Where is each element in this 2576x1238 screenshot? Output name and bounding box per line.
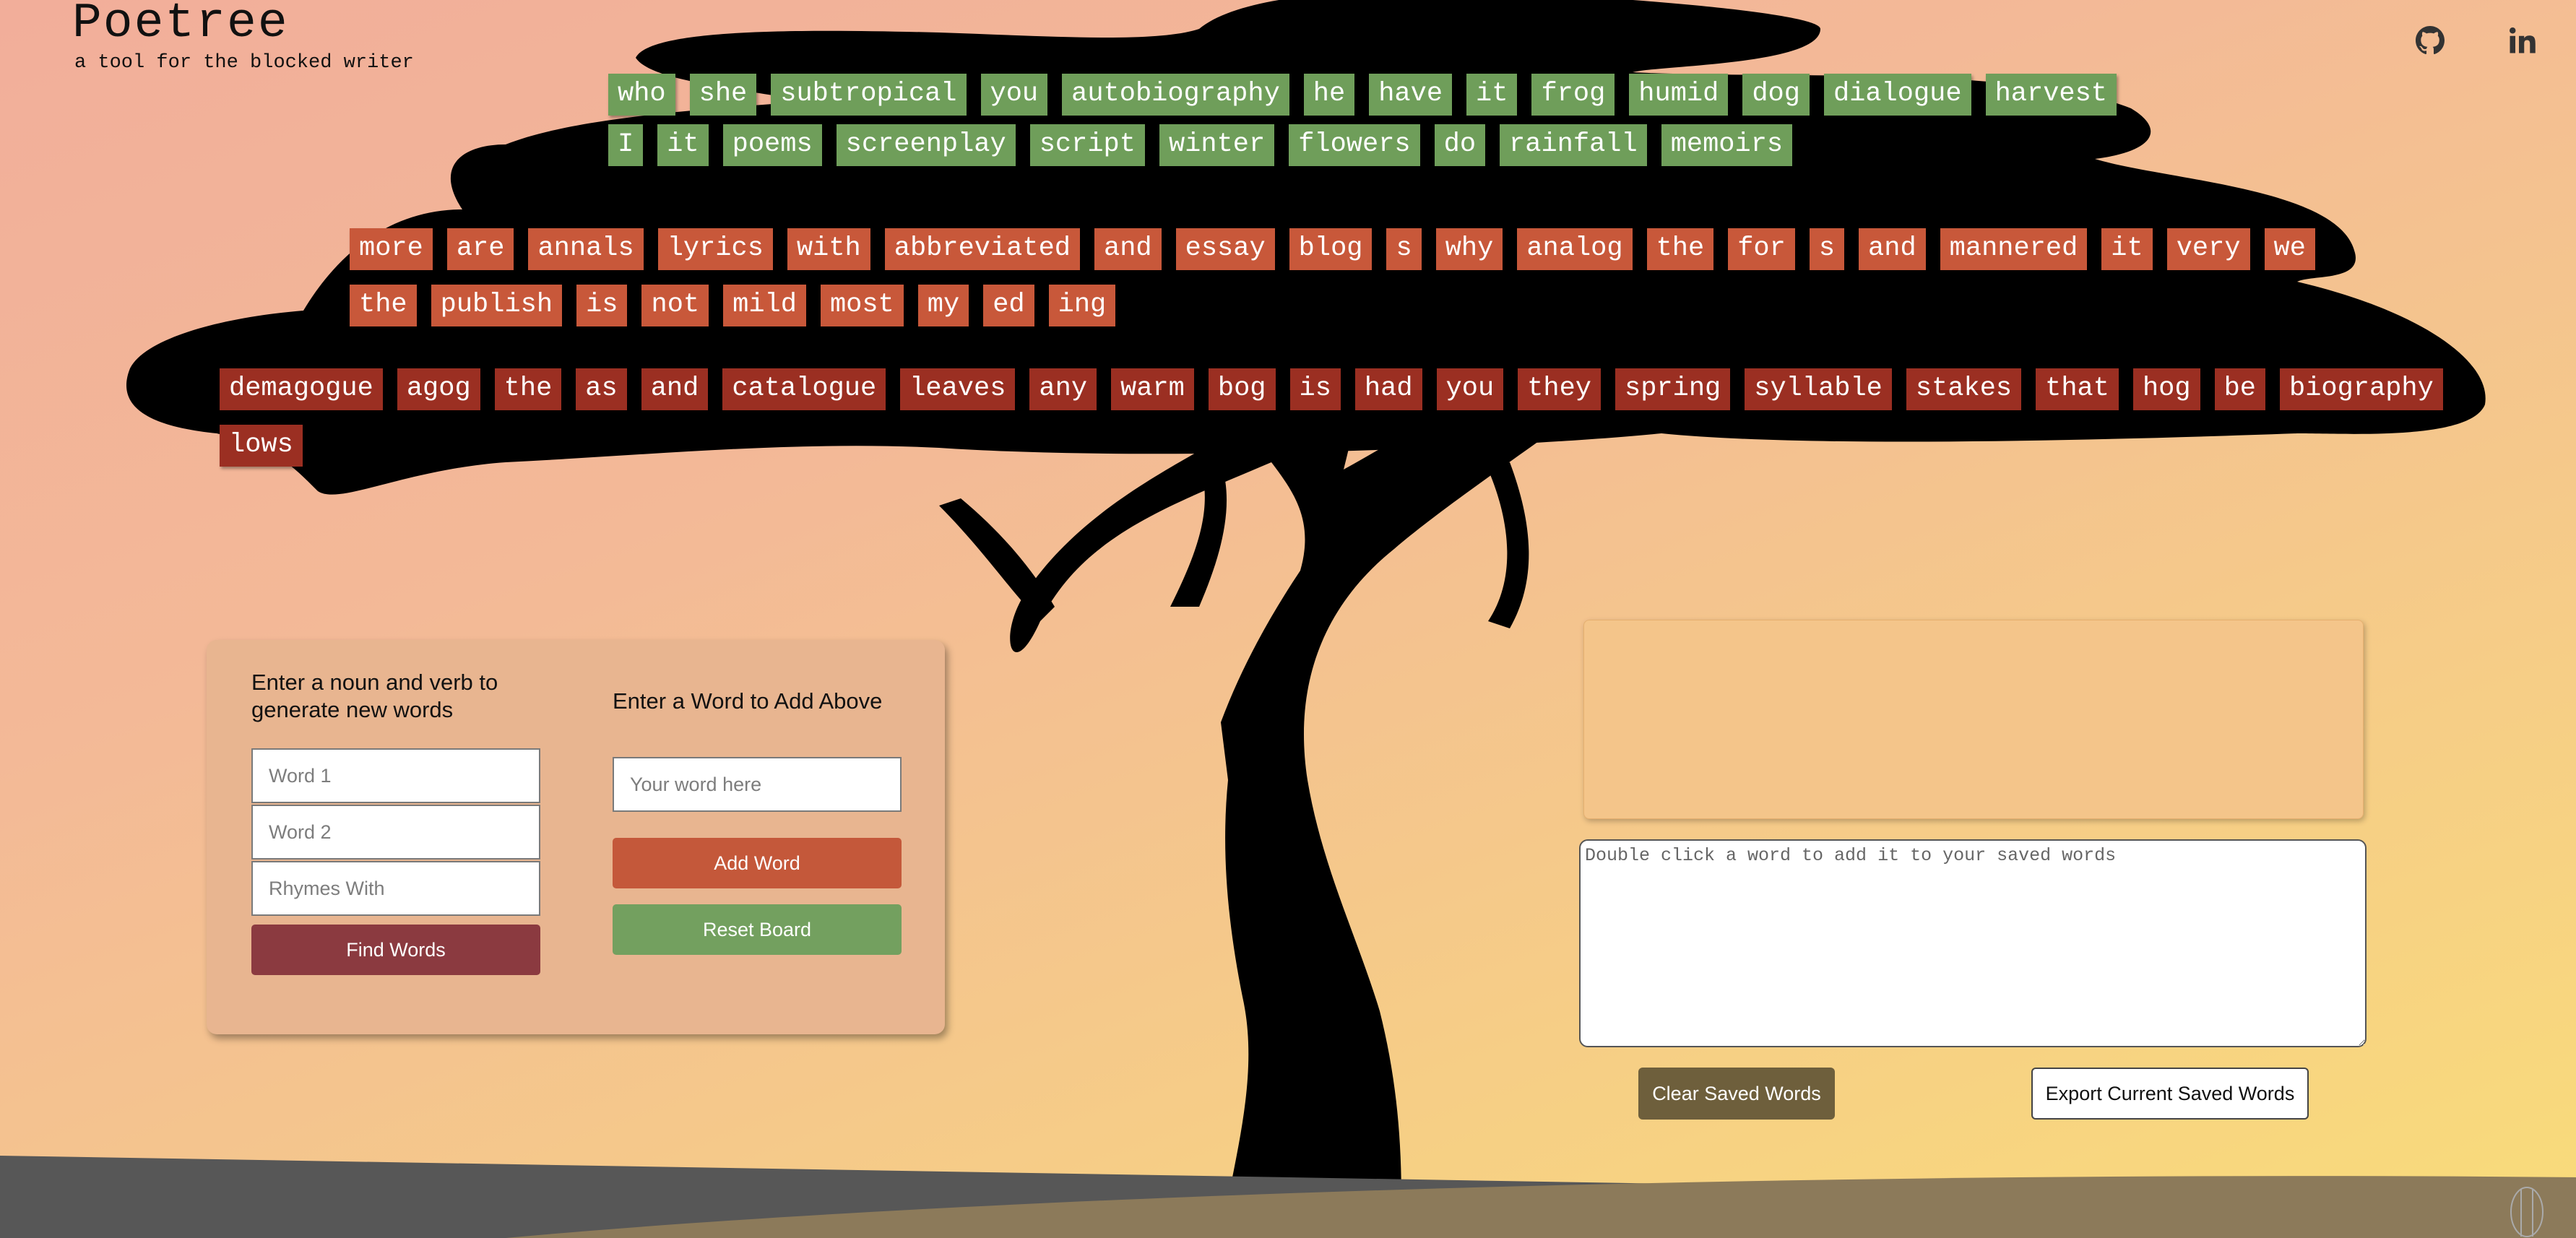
- word-tile[interactable]: dog: [1742, 74, 1810, 116]
- word-tile[interactable]: the: [1646, 228, 1714, 270]
- github-icon: [2416, 26, 2445, 55]
- word-tile[interactable]: rainfall: [1500, 124, 1647, 166]
- add-word-heading: Enter a Word to Add Above: [613, 688, 883, 714]
- word-tile[interactable]: it: [2101, 228, 2153, 270]
- linkedin-link[interactable]: [2508, 26, 2537, 55]
- word-tile[interactable]: poems: [722, 124, 822, 166]
- word-tile[interactable]: the: [494, 368, 562, 410]
- rhymes-with-input[interactable]: [251, 861, 540, 916]
- word-tile[interactable]: script: [1029, 124, 1145, 166]
- word-tile[interactable]: memoirs: [1661, 124, 1793, 166]
- word-tile[interactable]: they: [1518, 368, 1601, 410]
- export-saved-words-button[interactable]: Export Current Saved Words: [2031, 1068, 2309, 1120]
- word-tile[interactable]: bog: [1208, 368, 1276, 410]
- app-subtitle: a tool for the blocked writer: [74, 52, 414, 74]
- word-tile[interactable]: catalogue: [722, 368, 886, 410]
- word-tile[interactable]: analog: [1517, 228, 1633, 270]
- word-tile[interactable]: you: [980, 74, 1048, 116]
- word-tile[interactable]: s: [1386, 228, 1422, 270]
- word-tile[interactable]: mild: [723, 285, 806, 326]
- add-word-button[interactable]: Add Word: [613, 838, 902, 888]
- word-tile[interactable]: publish: [431, 285, 563, 326]
- word-tile[interactable]: dialogue: [1823, 74, 1971, 116]
- word-tile[interactable]: lows: [220, 425, 303, 467]
- word-group-orange: more are annals lyrics with abbreviated and ess…: [350, 228, 2372, 326]
- word-tile[interactable]: had: [1354, 368, 1422, 410]
- word-tile[interactable]: humid: [1629, 74, 1729, 116]
- word-tile[interactable]: and: [1859, 228, 1926, 270]
- word-tile[interactable]: be: [2214, 368, 2265, 410]
- find-words-button[interactable]: Find Words: [251, 925, 540, 975]
- word-tile[interactable]: autobiography: [1062, 74, 1289, 116]
- word-tile[interactable]: are: [446, 228, 514, 270]
- word-tools-panel: Enter a noun and verb to generate new wo…: [207, 640, 945, 1034]
- clear-saved-words-button[interactable]: Clear Saved Words: [1638, 1068, 1835, 1120]
- word-tile[interactable]: abbreviated: [884, 228, 1080, 270]
- word-tile[interactable]: you: [1436, 368, 1504, 410]
- word-tile[interactable]: most: [820, 285, 904, 326]
- word-tile[interactable]: warm: [1111, 368, 1194, 410]
- word-tile[interactable]: frog: [1531, 74, 1615, 116]
- acacia-tree-illustration: [126, 0, 2486, 1199]
- word-tile[interactable]: flowers: [1289, 124, 1420, 166]
- app-title: Poetree: [72, 0, 289, 51]
- word-tile[interactable]: essay: [1175, 228, 1275, 270]
- word-tile[interactable]: it: [1466, 74, 1518, 116]
- word-tile[interactable]: very: [2166, 228, 2250, 270]
- word-tile[interactable]: as: [576, 368, 627, 410]
- word-tile[interactable]: harvest: [1985, 74, 2117, 116]
- word-tile[interactable]: subtropical: [771, 74, 967, 116]
- saved-words-display: [1583, 620, 2364, 819]
- word-tile[interactable]: agog: [397, 368, 480, 410]
- word-tile[interactable]: more: [350, 228, 433, 270]
- word-tile[interactable]: do: [1434, 124, 1486, 166]
- word-tile[interactable]: the: [350, 285, 417, 326]
- word-group-red: demagogue agog the as and catalogue leaves any w…: [220, 368, 2495, 467]
- word-tile[interactable]: is: [576, 285, 628, 326]
- word-tile[interactable]: winter: [1159, 124, 1275, 166]
- word-tile[interactable]: my: [917, 285, 969, 326]
- word-tile[interactable]: s: [1809, 228, 1845, 270]
- reset-board-button[interactable]: Reset Board: [613, 904, 902, 955]
- word-tile[interactable]: and: [641, 368, 709, 410]
- word-tile[interactable]: ing: [1048, 285, 1116, 326]
- word-tile[interactable]: why: [1435, 228, 1503, 270]
- word-tile[interactable]: hog: [2132, 368, 2200, 410]
- word2-input[interactable]: [251, 805, 540, 860]
- word-tile[interactable]: mannered: [1940, 228, 2088, 270]
- word-tile[interactable]: leaves: [900, 368, 1016, 410]
- word-tile[interactable]: he: [1303, 74, 1355, 116]
- word-tile[interactable]: who: [608, 74, 675, 116]
- word-tile[interactable]: with: [787, 228, 870, 270]
- word-group-green: who she subtropical you autobiography he have i…: [608, 74, 2163, 166]
- word-tile[interactable]: not: [641, 285, 709, 326]
- word-tile[interactable]: blog: [1289, 228, 1373, 270]
- github-link[interactable]: [2416, 26, 2445, 55]
- word1-input[interactable]: [251, 748, 540, 803]
- word-tile[interactable]: it: [657, 124, 709, 166]
- word-tile[interactable]: is: [1289, 368, 1341, 410]
- word-tile[interactable]: any: [1029, 368, 1097, 410]
- ground-illustration: [0, 1156, 2576, 1238]
- saved-words-textarea[interactable]: [1579, 839, 2367, 1047]
- word-tile[interactable]: and: [1094, 228, 1162, 270]
- word-tile[interactable]: for: [1728, 228, 1795, 270]
- word-tile[interactable]: have: [1369, 74, 1453, 116]
- linkedin-icon: [2510, 27, 2536, 53]
- word-tile[interactable]: screenplay: [836, 124, 1016, 166]
- word-tile[interactable]: syllable: [1745, 368, 1892, 410]
- word-tile[interactable]: lyrics: [657, 228, 773, 270]
- word-tile[interactable]: biography: [2279, 368, 2443, 410]
- generator-heading: Enter a noun and verb to generate new wo…: [251, 670, 498, 722]
- word-tile[interactable]: demagogue: [220, 368, 383, 410]
- word-tile[interactable]: ed: [983, 285, 1034, 326]
- word-tile[interactable]: she: [689, 74, 757, 116]
- word-tile[interactable]: stakes: [1906, 368, 2022, 410]
- word-tile[interactable]: annals: [528, 228, 644, 270]
- word-tile[interactable]: I: [608, 124, 644, 166]
- new-word-input[interactable]: [613, 757, 902, 812]
- word-tile[interactable]: we: [2264, 228, 2315, 270]
- word-tile[interactable]: spring: [1615, 368, 1731, 410]
- word-tile[interactable]: that: [2036, 368, 2119, 410]
